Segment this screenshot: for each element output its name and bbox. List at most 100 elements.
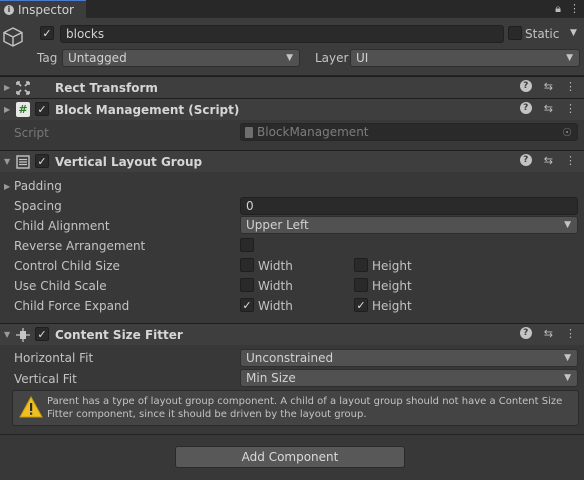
script-value: BlockManagement <box>257 125 369 139</box>
content-size-fitter-header[interactable]: ▼ ✓ Content Size Fitter ? ⇆ ⋮ <box>0 323 584 345</box>
tab-controls: 🔒︎ ⋮ <box>555 2 580 16</box>
horizontal-fit-dropdown[interactable]: Unconstrained ▼ <box>240 349 578 367</box>
chevron-down-icon: ▼ <box>286 53 293 63</box>
static-toggle[interactable] <box>508 26 522 40</box>
name-field[interactable]: blocks <box>60 25 504 43</box>
tab-title: Inspector <box>18 2 74 17</box>
more-options-icon[interactable]: ⋮ <box>565 154 576 167</box>
script-file-icon <box>245 126 253 138</box>
child-force-expand-width-toggle[interactable]: ✓ <box>240 298 254 312</box>
child-alignment-dropdown[interactable]: Upper Left ▼ <box>240 216 578 234</box>
tag-value: Untagged <box>68 51 127 65</box>
tab-inspector[interactable]: i Inspector <box>0 0 86 18</box>
spacing-field[interactable]: 0 <box>240 197 578 215</box>
gameobject-header: ✓ blocks Static ▼ Tag Untagged ▼ Layer U… <box>0 18 584 76</box>
rect-transform-title: Rect Transform <box>55 81 158 95</box>
tab-bar: i Inspector 🔒︎ ⋮ <box>0 0 584 18</box>
vertical-fit-label: Vertical Fit <box>14 372 77 386</box>
control-child-size-label: Control Child Size <box>14 259 120 273</box>
spacing-label: Spacing <box>14 199 62 213</box>
child-alignment-value: Upper Left <box>246 218 309 232</box>
horizontal-fit-label: Horizontal Fit <box>14 351 94 365</box>
height-label: Height <box>372 299 412 313</box>
layer-label: Layer <box>315 51 349 65</box>
help-icon[interactable]: ? <box>519 80 532 92</box>
object-picker-icon[interactable]: ☉ <box>562 126 572 139</box>
height-label: Height <box>372 259 412 273</box>
component-controls: ? ⇆ ⋮ <box>519 327 576 340</box>
child-force-expand-height-toggle[interactable]: ✓ <box>354 298 368 312</box>
script-field: BlockManagement ☉ <box>240 123 578 141</box>
add-component-button[interactable]: Add Component <box>175 446 405 468</box>
control-child-size-height-toggle[interactable] <box>354 258 368 272</box>
width-label: Width <box>258 299 293 313</box>
horizontal-fit-value: Unconstrained <box>246 351 334 365</box>
padding-label[interactable]: Padding <box>14 179 62 193</box>
gameobject-cube-icon <box>3 27 23 47</box>
child-alignment-label: Child Alignment <box>14 219 110 233</box>
tag-label: Tag <box>37 51 58 65</box>
layer-dropdown[interactable]: UI ▼ <box>350 49 580 67</box>
component-enabled-toggle[interactable]: ✓ <box>35 102 49 116</box>
layer-value: UI <box>356 51 369 65</box>
vertical-layout-group-header[interactable]: ▼ ✓ Vertical Layout Group ? ⇆ ⋮ <box>0 150 584 172</box>
warning-text: Parent has a type of layout group compon… <box>47 396 563 420</box>
block-management-title: Block Management (Script) <box>55 103 240 117</box>
more-options-icon[interactable]: ⋮ <box>565 327 576 340</box>
vertical-layout-group-title: Vertical Layout Group <box>55 155 203 169</box>
component-controls: ? ⇆ ⋮ <box>519 154 576 167</box>
component-enabled-toggle[interactable]: ✓ <box>35 327 49 341</box>
component-controls: ? ⇆ ⋮ <box>519 80 576 93</box>
more-options-icon[interactable]: ⋮ <box>565 102 576 115</box>
width-label: Width <box>258 259 293 273</box>
chevron-down-icon: ▼ <box>566 53 573 63</box>
static-dropdown-arrow-icon[interactable]: ▼ <box>570 28 577 38</box>
component-controls: ? ⇆ ⋮ <box>519 102 576 115</box>
foldout-expanded-icon[interactable]: ▼ <box>4 330 10 339</box>
lock-icon[interactable]: 🔒︎ <box>555 2 561 16</box>
rect-transform-header[interactable]: ▶ Rect Transform ? ⇆ ⋮ <box>0 76 584 98</box>
content-size-fitter-icon <box>16 328 30 342</box>
tag-dropdown[interactable]: Untagged ▼ <box>62 49 300 67</box>
child-force-expand-label: Child Force Expand <box>14 299 130 313</box>
script-hash-icon: # <box>16 102 30 117</box>
height-label: Height <box>372 279 412 293</box>
divider <box>0 434 584 435</box>
warning-icon <box>19 396 43 418</box>
help-icon[interactable]: ? <box>519 154 532 166</box>
script-label: Script <box>14 126 49 140</box>
width-label: Width <box>258 279 293 293</box>
use-child-scale-height-toggle[interactable] <box>354 278 368 292</box>
vertical-layout-icon <box>16 155 30 169</box>
more-options-icon[interactable]: ⋮ <box>565 80 576 93</box>
presets-icon[interactable]: ⇆ <box>544 102 553 115</box>
vertical-fit-dropdown[interactable]: Min Size ▼ <box>240 369 578 387</box>
help-icon[interactable]: ? <box>519 327 532 339</box>
padding-foldout-icon[interactable]: ▶ <box>4 182 10 191</box>
info-icon: i <box>4 4 14 15</box>
foldout-expanded-icon[interactable]: ▼ <box>4 157 10 166</box>
active-toggle[interactable]: ✓ <box>40 26 54 40</box>
reverse-arrangement-toggle[interactable] <box>240 238 254 252</box>
block-management-header[interactable]: ▶ # ✓ Block Management (Script) ? ⇆ ⋮ <box>0 98 584 120</box>
presets-icon[interactable]: ⇆ <box>544 80 553 93</box>
chevron-down-icon: ▼ <box>564 220 571 230</box>
help-icon[interactable]: ? <box>519 102 532 114</box>
content-size-fitter-title: Content Size Fitter <box>55 328 183 342</box>
foldout-collapsed-icon[interactable]: ▶ <box>4 105 10 114</box>
chevron-down-icon: ▼ <box>564 373 571 383</box>
presets-icon[interactable]: ⇆ <box>544 327 553 340</box>
presets-icon[interactable]: ⇆ <box>544 154 553 167</box>
more-options-icon[interactable]: ⋮ <box>569 2 580 16</box>
static-label: Static <box>525 27 560 41</box>
vertical-fit-value: Min Size <box>246 371 296 385</box>
component-enabled-toggle[interactable]: ✓ <box>35 154 49 168</box>
warning-helpbox: Parent has a type of layout group compon… <box>12 390 579 426</box>
foldout-collapsed-icon[interactable]: ▶ <box>4 83 10 92</box>
control-child-size-width-toggle[interactable] <box>240 258 254 272</box>
chevron-down-icon: ▼ <box>564 353 571 363</box>
use-child-scale-label: Use Child Scale <box>14 279 107 293</box>
reverse-arrangement-label: Reverse Arrangement <box>14 239 146 253</box>
use-child-scale-width-toggle[interactable] <box>240 278 254 292</box>
rect-transform-icon <box>16 81 30 95</box>
